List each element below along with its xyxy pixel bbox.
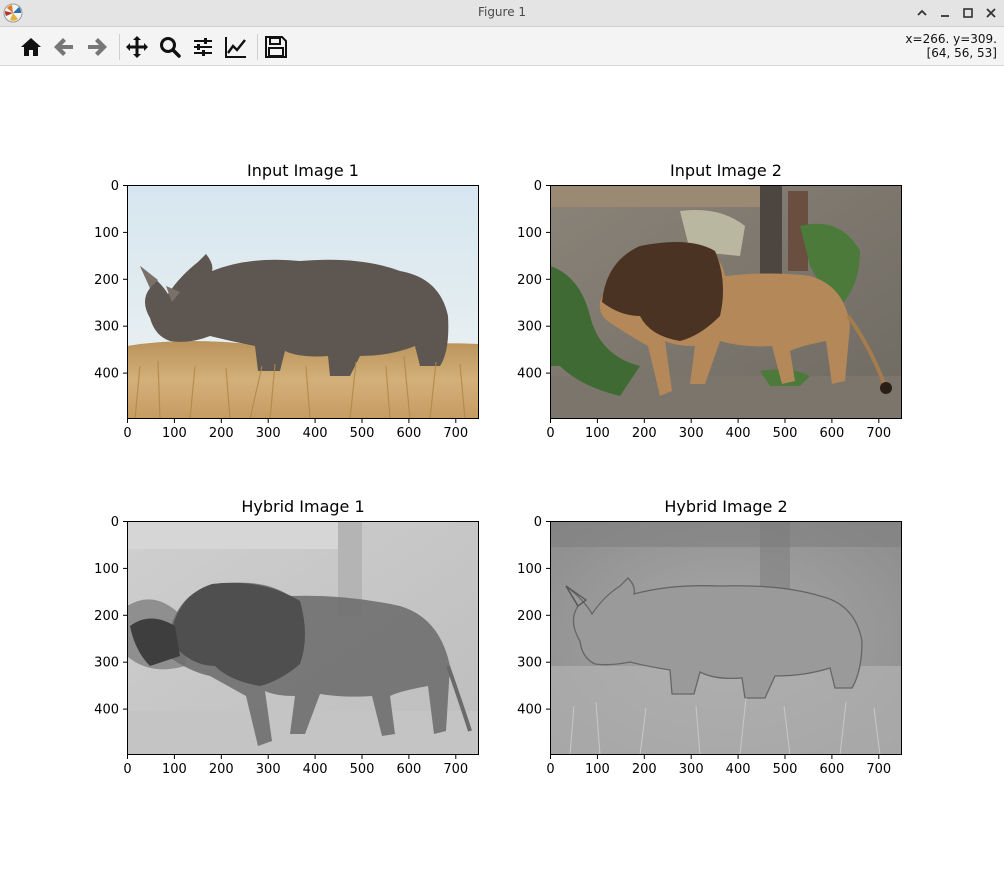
x-tick-label: 300 xyxy=(679,426,704,441)
x-tick-label: 700 xyxy=(866,426,891,441)
x-tick-label: 600 xyxy=(819,426,844,441)
coords-xy: x=266. y=309. xyxy=(905,32,997,46)
x-tick-label: 0 xyxy=(123,762,131,777)
x-tick-label: 500 xyxy=(773,426,798,441)
x-tick-label: 700 xyxy=(443,426,468,441)
y-tick-label: 0 xyxy=(111,515,119,530)
hybrid-image-2 xyxy=(550,521,902,755)
minimize-icon[interactable] xyxy=(936,4,954,22)
panel-title: Hybrid Image 1 xyxy=(241,497,364,516)
x-tick-label: 400 xyxy=(726,426,751,441)
x-tick-label: 0 xyxy=(546,426,554,441)
panel-input-image-1: Input Image 1 xyxy=(127,161,479,419)
toolbar-separator xyxy=(257,34,258,60)
hybrid-image-1 xyxy=(127,521,479,755)
panel-title: Input Image 1 xyxy=(247,161,359,180)
window-title: Figure 1 xyxy=(477,5,527,19)
x-tick-label: 600 xyxy=(396,762,421,777)
y-tick-label: 400 xyxy=(517,367,542,382)
window-titlebar: Figure 1 xyxy=(0,0,1004,27)
x-tick-label: 600 xyxy=(396,426,421,441)
rhino-photo xyxy=(127,185,479,419)
y-tick-label: 200 xyxy=(517,609,542,624)
y-tick-label: 0 xyxy=(534,515,542,530)
x-tick-label: 100 xyxy=(162,426,187,441)
panel-hybrid-image-2: Hybrid Image 2 xyxy=(550,497,902,755)
toolbar-separator xyxy=(119,34,120,60)
navigation-toolbar xyxy=(0,27,1004,66)
x-tick-label: 300 xyxy=(256,426,281,441)
pan-icon[interactable] xyxy=(125,35,149,59)
x-tick-label: 500 xyxy=(350,762,375,777)
x-tick-label: 0 xyxy=(123,426,131,441)
cursor-coordinates: x=266. y=309. [64, 56, 53] xyxy=(905,32,997,60)
edit-axis-icon[interactable] xyxy=(224,35,248,59)
x-tick-label: 700 xyxy=(443,762,468,777)
y-tick-label: 100 xyxy=(517,562,542,577)
y-tick-label: 300 xyxy=(94,320,119,335)
y-tick-label: 400 xyxy=(94,703,119,718)
y-tick-label: 400 xyxy=(94,367,119,382)
panel-title: Input Image 2 xyxy=(670,161,782,180)
y-tick-label: 0 xyxy=(534,179,542,194)
x-tick-label: 700 xyxy=(866,762,891,777)
panel-hybrid-image-1: Hybrid Image 1 xyxy=(127,497,479,755)
close-icon[interactable] xyxy=(982,4,1000,22)
y-tick-label: 100 xyxy=(94,562,119,577)
minimize-chevron-icon[interactable] xyxy=(913,4,931,22)
x-tick-label: 400 xyxy=(303,762,328,777)
x-tick-label: 300 xyxy=(256,762,281,777)
x-tick-label: 0 xyxy=(546,762,554,777)
x-tick-label: 500 xyxy=(350,426,375,441)
zoom-icon[interactable] xyxy=(158,35,182,59)
save-icon[interactable] xyxy=(264,35,288,59)
configure-subplots-icon[interactable] xyxy=(191,35,215,59)
x-tick-label: 200 xyxy=(209,426,234,441)
x-tick-label: 300 xyxy=(679,762,704,777)
y-tick-label: 300 xyxy=(517,656,542,671)
x-tick-label: 600 xyxy=(819,762,844,777)
x-tick-label: 400 xyxy=(303,426,328,441)
y-tick-label: 100 xyxy=(94,226,119,241)
maximize-icon[interactable] xyxy=(959,4,977,22)
x-tick-label: 200 xyxy=(632,426,657,441)
y-tick-label: 200 xyxy=(94,273,119,288)
panel-title: Hybrid Image 2 xyxy=(664,497,787,516)
x-tick-label: 200 xyxy=(632,762,657,777)
y-tick-label: 200 xyxy=(517,273,542,288)
x-tick-label: 100 xyxy=(585,426,610,441)
y-tick-label: 0 xyxy=(111,179,119,194)
y-tick-label: 100 xyxy=(517,226,542,241)
coords-pixel-value: [64, 56, 53] xyxy=(926,46,997,60)
y-tick-label: 300 xyxy=(94,656,119,671)
x-tick-label: 100 xyxy=(585,762,610,777)
y-tick-label: 300 xyxy=(517,320,542,335)
x-tick-label: 100 xyxy=(162,762,187,777)
x-tick-label: 500 xyxy=(773,762,798,777)
figure-canvas[interactable]: Input Image 1 Input Image 2 Hybrid Image… xyxy=(0,66,1004,869)
panel-input-image-2: Input Image 2 xyxy=(550,161,902,419)
back-arrow-icon[interactable] xyxy=(52,35,76,59)
forward-arrow-icon[interactable] xyxy=(85,35,109,59)
lion-photo xyxy=(550,185,902,419)
x-tick-label: 200 xyxy=(209,762,234,777)
y-tick-label: 200 xyxy=(94,609,119,624)
x-tick-label: 400 xyxy=(726,762,751,777)
home-icon[interactable] xyxy=(19,35,43,59)
y-tick-label: 400 xyxy=(517,703,542,718)
